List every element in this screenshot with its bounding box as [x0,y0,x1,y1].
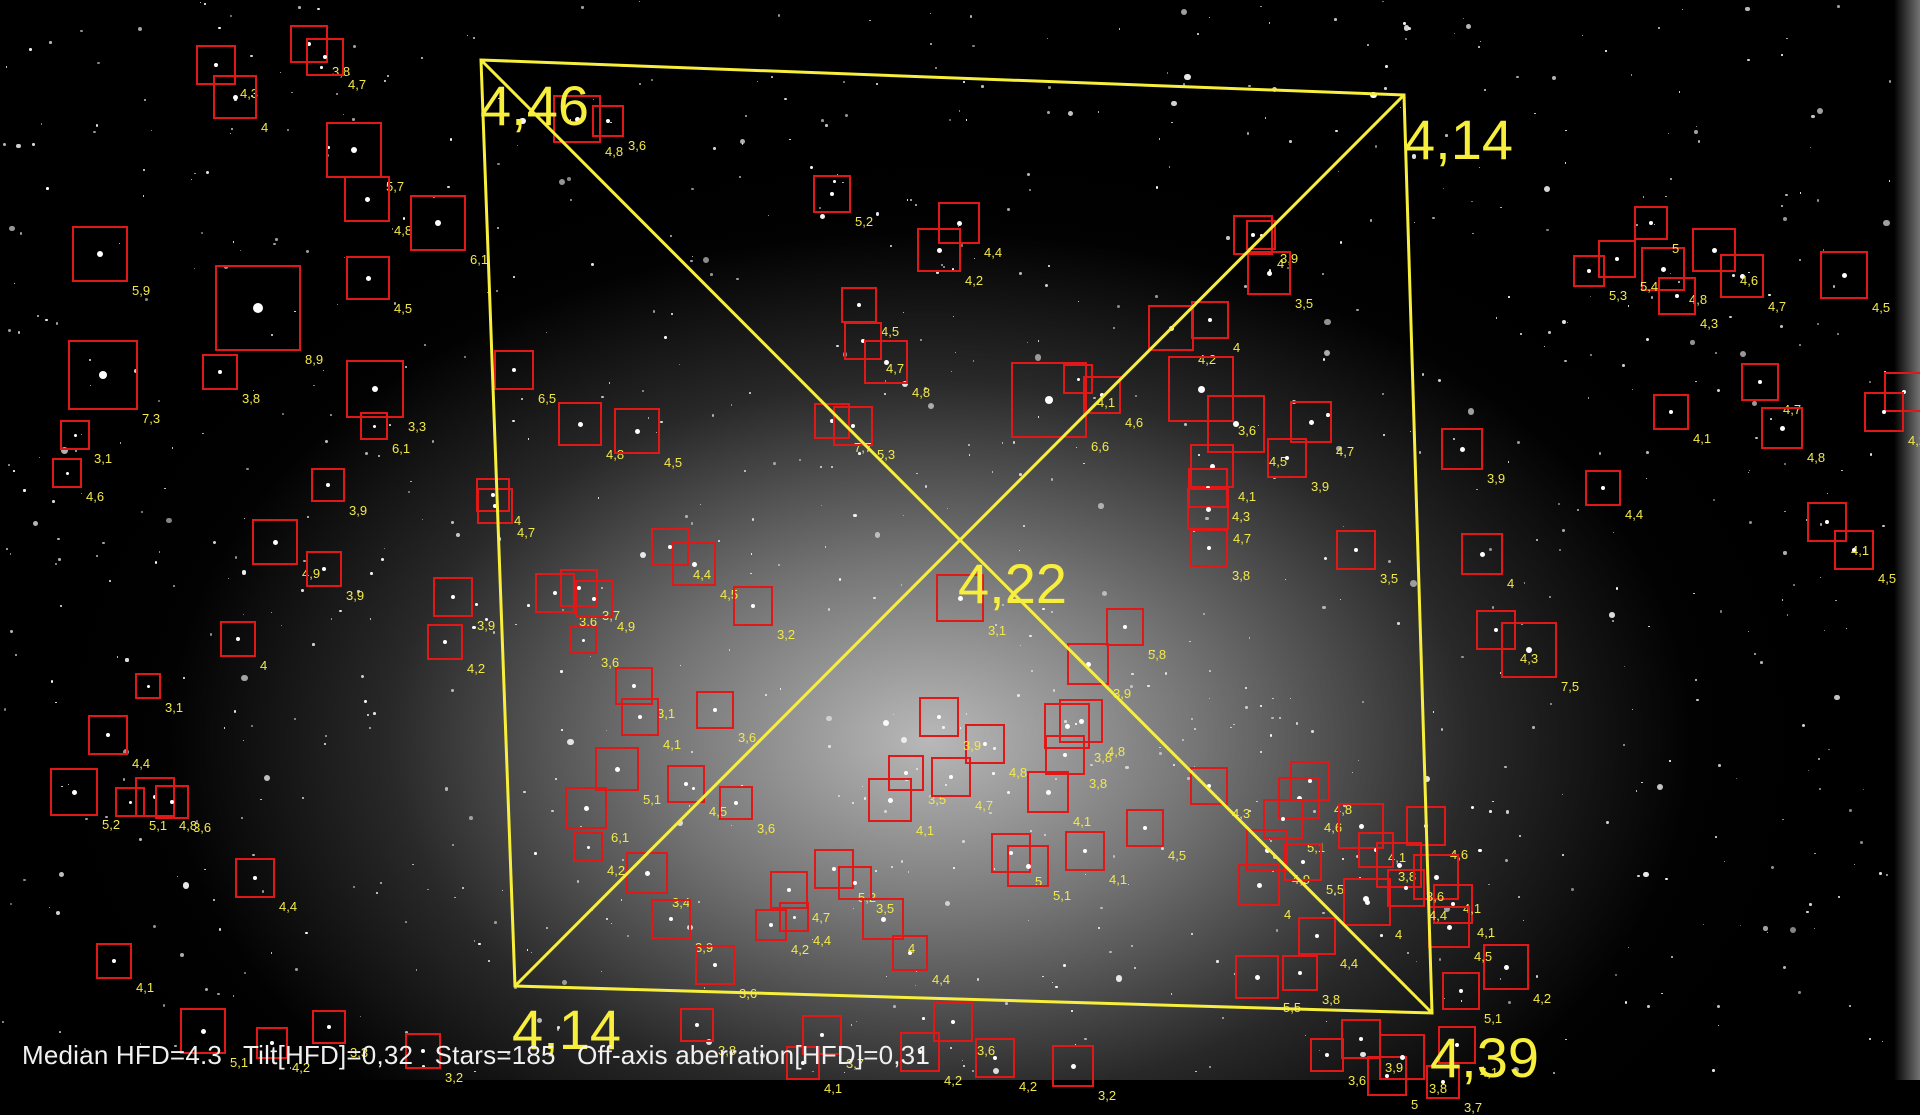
corner-hfd-bottom-right: 4,39 [1430,1026,1539,1089]
tilt-text: Tilt[HFD]=0,32 [243,1040,414,1070]
center-hfd: 4,22 [958,552,1067,615]
hfd-value-label: 4,2 [1019,1079,1038,1094]
median-hfd-text: Median HFD=4.3 [22,1040,223,1070]
hfd-value-label: 3,2 [1098,1088,1117,1103]
corner-hfd-top-left: 4,46 [480,74,589,137]
stars-count-text: Stars=185 [434,1040,556,1070]
analysis-status-bar: Median HFD=4.3 Tilt[HFD]=0,32 Stars=185 … [22,1040,944,1071]
tilt-overlay [479,58,1434,1015]
tilt-diagonal-1 [479,58,1434,1015]
corner-hfd-top-right: 4,14 [1404,108,1513,171]
off-axis-text: Off-axis aberration[HFD]=0,31 [577,1040,931,1070]
hfd-value-label: 5 [1411,1097,1419,1112]
hfd-value-label: 3,7 [1464,1100,1483,1115]
hfd-value-label: 4,1 [824,1081,843,1096]
